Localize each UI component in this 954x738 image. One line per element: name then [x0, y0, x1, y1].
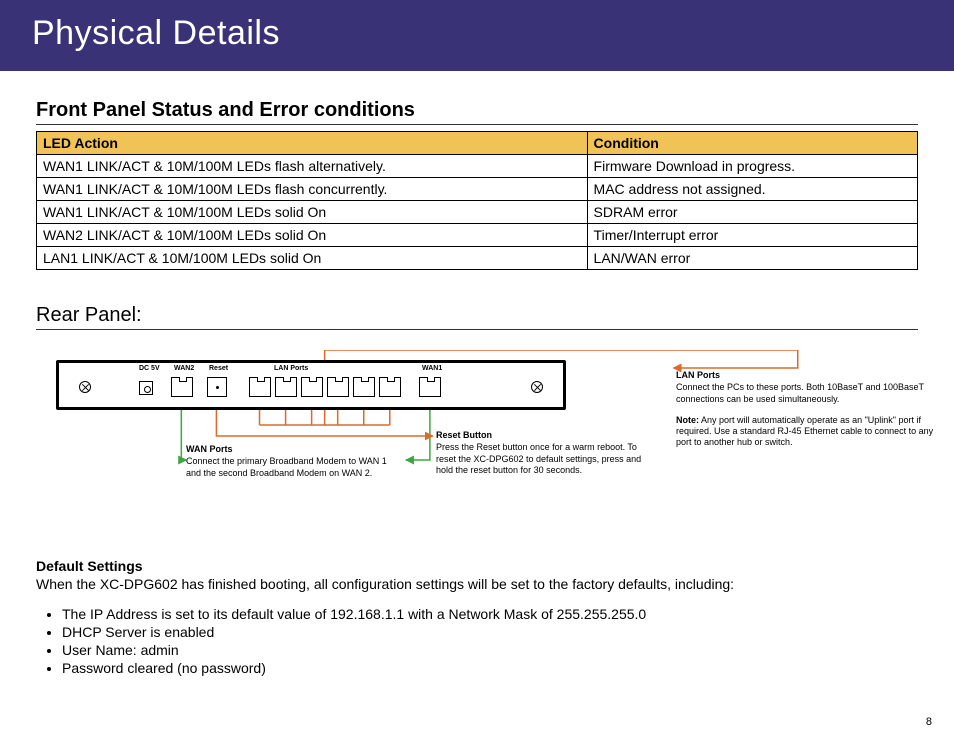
- rj45-port-icon: [419, 377, 441, 397]
- dc-jack-icon: [139, 381, 153, 395]
- status-table: LED Action Condition WAN1 LINK/ACT & 10M…: [36, 131, 918, 270]
- callout-body: Connect the primary Broadband Modem to W…: [186, 456, 387, 477]
- port-label-wan2: WAN2: [174, 365, 194, 372]
- table-row: WAN1 LINK/ACT & 10M/100M LEDs flash conc…: [37, 178, 918, 201]
- callout-reset-button: Reset Button Press the Reset button once…: [436, 430, 646, 476]
- list-item: User Name: admin: [62, 642, 918, 658]
- callout-title: WAN Ports: [186, 444, 396, 455]
- list-item: DHCP Server is enabled: [62, 624, 918, 640]
- front-panel-heading: Front Panel Status and Error conditions: [36, 99, 918, 125]
- table-row: WAN1 LINK/ACT & 10M/100M LEDs flash alte…: [37, 155, 918, 178]
- rj45-port-icon: [379, 377, 401, 397]
- screw-icon: [79, 381, 91, 393]
- table-row: LAN1 LINK/ACT & 10M/100M LEDs solid OnLA…: [37, 247, 918, 270]
- col-header-cond: Condition: [587, 132, 917, 155]
- default-settings-intro: When the XC-DPG602 has finished booting,…: [36, 576, 918, 592]
- default-settings-heading: Default Settings: [36, 558, 918, 574]
- rj45-port-icon: [249, 377, 271, 397]
- rj45-port-icon: [353, 377, 375, 397]
- callout-body: Connect the PCs to these ports. Both 10B…: [676, 382, 924, 403]
- table-row: WAN1 LINK/ACT & 10M/100M LEDs solid OnSD…: [37, 201, 918, 224]
- port-label-reset: Reset: [209, 365, 228, 372]
- callout-note: Note: Any port will automatically operat…: [676, 415, 936, 449]
- rj45-port-icon: [301, 377, 323, 397]
- callout-wan-ports: WAN Ports Connect the primary Broadband …: [186, 444, 396, 479]
- list-item: The IP Address is set to its default val…: [62, 606, 918, 622]
- rj45-port-icon: [275, 377, 297, 397]
- port-label-dc: DC 5V: [139, 365, 160, 372]
- screw-icon: [531, 381, 543, 393]
- col-header-led: LED Action: [37, 132, 588, 155]
- rear-panel-diagram: DC 5V WAN2 Reset LAN Ports WAN1 WAN Port…: [36, 350, 918, 530]
- rj45-port-icon: [171, 377, 193, 397]
- device-rear-panel: DC 5V WAN2 Reset LAN Ports WAN1: [56, 360, 566, 410]
- page-number: 8: [926, 716, 932, 728]
- note-label: Note:: [676, 415, 699, 425]
- page-title: Physical Details: [32, 14, 280, 52]
- rj45-port-icon: [327, 377, 349, 397]
- page-header: Physical Details: [0, 0, 954, 71]
- default-settings-list: The IP Address is set to its default val…: [62, 606, 918, 676]
- port-label-lan: LAN Ports: [274, 365, 308, 372]
- table-row: WAN2 LINK/ACT & 10M/100M LEDs solid OnTi…: [37, 224, 918, 247]
- callout-body: Press the Reset button once for a warm r…: [436, 442, 641, 475]
- callout-title: LAN Ports: [676, 370, 936, 381]
- list-item: Password cleared (no password): [62, 660, 918, 676]
- callout-title: Reset Button: [436, 430, 646, 441]
- callout-lan-ports: LAN Ports Connect the PCs to these ports…: [676, 370, 936, 449]
- rear-panel-heading: Rear Panel:: [36, 304, 918, 330]
- port-label-wan1: WAN1: [422, 365, 442, 372]
- reset-hole-icon: [207, 377, 227, 397]
- note-body: Any port will automatically operate as a…: [676, 415, 933, 448]
- table-header-row: LED Action Condition: [37, 132, 918, 155]
